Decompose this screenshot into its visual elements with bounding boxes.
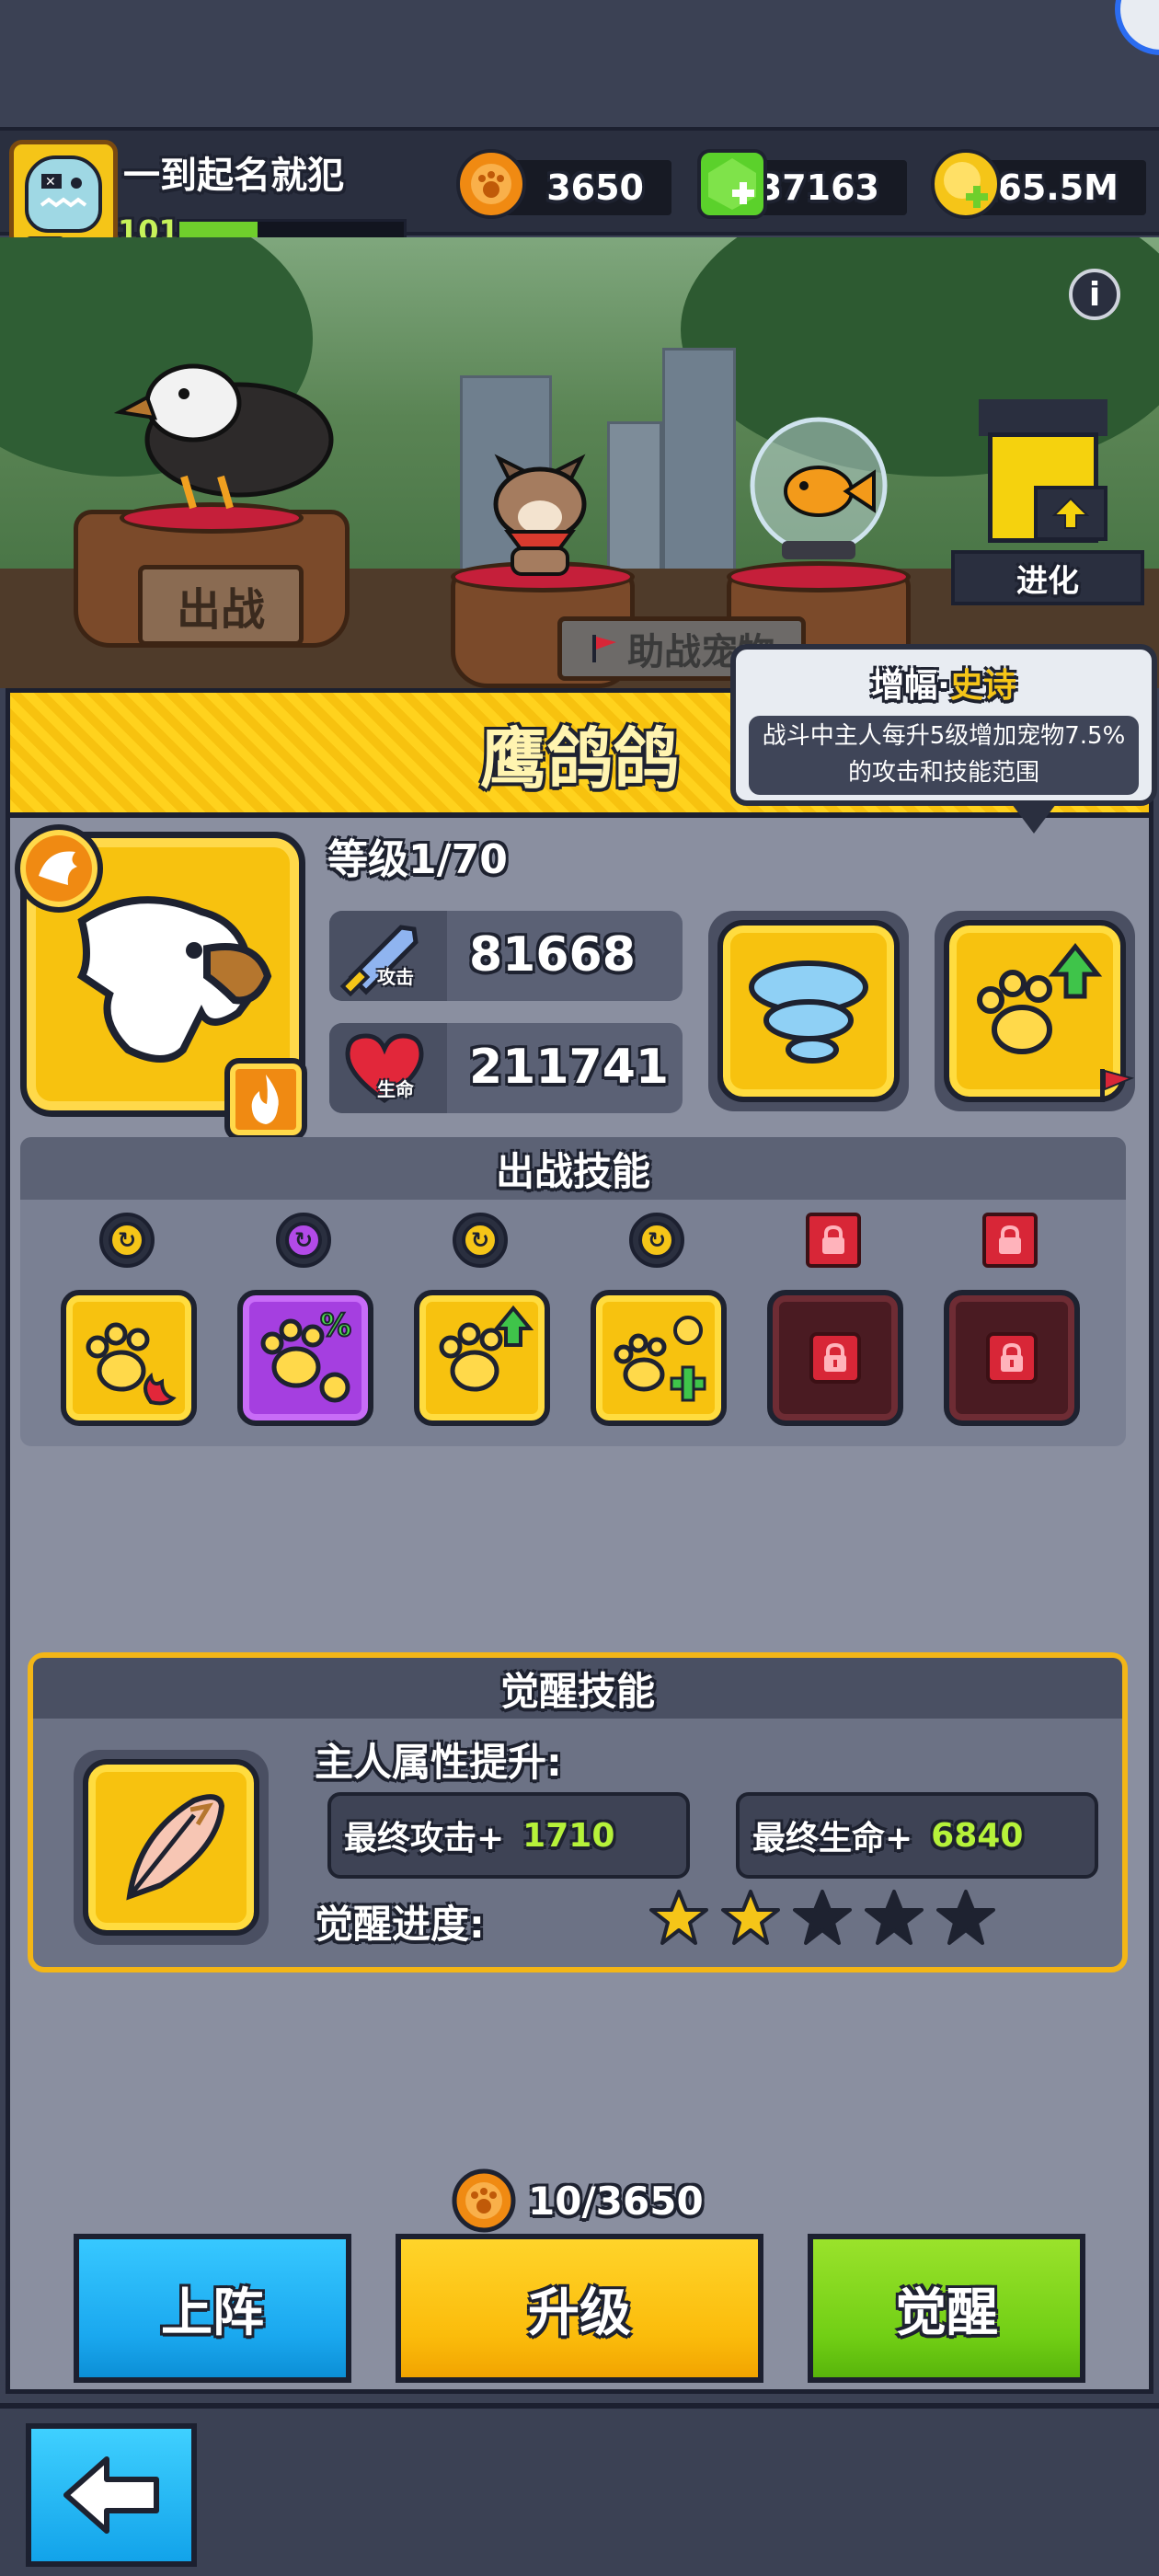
fire-element-icon (224, 1058, 307, 1141)
final-hp-bonus: 最终生命+ 6840 (736, 1792, 1098, 1879)
deploy-skill-slot[interactable]: ↻ (414, 1207, 552, 1426)
paw-multi-plus-icon (591, 1290, 727, 1426)
player-avatar[interactable]: ✕ 515 (9, 140, 118, 248)
whirlwind-icon (717, 920, 900, 1102)
paw-coin-value: 3650 (546, 167, 644, 208)
upgrade-cost: 10/3650 (451, 2168, 704, 2234)
lock-icon (944, 1290, 1080, 1426)
deploy-sign[interactable]: 出战 (138, 565, 304, 646)
awaken-progress-label: 觉醒进度: (315, 1902, 485, 1947)
eagle-pet-sprite[interactable] (83, 329, 359, 523)
paw-fire-icon (61, 1290, 197, 1426)
deploy-button[interactable]: 上阵 (74, 2234, 351, 2383)
paw-up-arrow-icon (414, 1290, 550, 1426)
red-flag-icon (592, 635, 616, 662)
machine-top (979, 399, 1107, 436)
paw-coin-icon (452, 2168, 516, 2233)
red-flag-icon (1100, 1069, 1135, 1102)
awaken-button[interactable]: 觉醒 (808, 2234, 1085, 2383)
lock-icon (982, 1213, 1038, 1268)
deploy-skill-slot[interactable]: ↻ (591, 1207, 729, 1426)
awaken-skills-title: 觉醒技能 (33, 1658, 1122, 1719)
final-attack-label: 最终攻击+ (344, 1820, 505, 1857)
hp-value: 211741 (469, 1040, 670, 1095)
deploy-skills-title: 出战技能 (20, 1137, 1126, 1200)
up-arrow-icon (1034, 486, 1107, 541)
sword-icon: 攻击 (329, 911, 447, 1001)
pet-level: 等级1/70 (327, 836, 508, 883)
eagle-class-badge (15, 824, 103, 913)
awaken-skill-button[interactable] (74, 1750, 269, 1945)
hp-label: 生命 (377, 1078, 414, 1100)
upgrade-button[interactable]: 升级 (396, 2234, 763, 2383)
svg-text:✕: ✕ (45, 175, 56, 190)
feather-icon (83, 1759, 259, 1936)
back-button[interactable] (26, 2423, 197, 2567)
hp-stat: 生命 211741 (329, 1023, 683, 1113)
dog-pet-sprite[interactable] (471, 440, 609, 578)
background-building (662, 348, 736, 596)
final-attack-bonus: 最终攻击+ 1710 (327, 1792, 690, 1879)
final-attack-value: 1710 (522, 1816, 615, 1855)
evolve-machine[interactable]: 进化 (951, 399, 1144, 611)
lock-icon (806, 1213, 861, 1268)
deploy-skill-slot[interactable]: ↻% (237, 1207, 375, 1426)
awaken-progress-stars (649, 1888, 995, 1947)
gem-value: 37163 (757, 167, 879, 208)
evolve-button[interactable]: 进化 (951, 550, 1144, 605)
tooltip-tail (1012, 804, 1056, 834)
refresh-icon: ↻ (99, 1213, 155, 1268)
pet-name: 鹰鸽鸽 (479, 719, 679, 798)
bottom-nav-bar (0, 2403, 1159, 2576)
tooltip-title: 增幅·史诗 (736, 659, 1152, 707)
svg-text:%: % (320, 1307, 351, 1344)
goldfish-pet-sprite[interactable] (736, 412, 901, 569)
refresh-icon: ↻ (629, 1213, 684, 1268)
refresh-icon: ↻ (453, 1213, 508, 1268)
info-icon[interactable]: i (1069, 269, 1120, 320)
attack-stat: 攻击 81668 (329, 911, 683, 1001)
paw-coin-icon (456, 149, 526, 219)
gem-plus-icon[interactable] (697, 149, 767, 219)
star-filled-icon (649, 1890, 708, 1945)
top-status-bar: ✕ 515 一到起名就犯 101 3650 37163 165.5M (0, 127, 1159, 248)
back-arrow-icon (63, 2456, 159, 2534)
tooltip-description: 战斗中主人每升5级增加宠物7.5%的攻击和技能范围 (749, 716, 1139, 795)
skill-tooltip: 增幅·史诗 战斗中主人每升5级增加宠物7.5%的攻击和技能范围 (730, 644, 1157, 806)
upgrade-cost-text: 10/3650 (528, 2178, 704, 2224)
final-hp-value: 6840 (931, 1816, 1024, 1855)
final-hp-label: 最终生命+ (752, 1820, 913, 1857)
avatar-face: ✕ (25, 155, 102, 233)
tooltip-rarity: 史诗 (949, 667, 1016, 705)
deploy-skills-section: 出战技能 ↻ ↻% ↻ ↻ (20, 1137, 1126, 1446)
owner-attributes-label: 主人属性提升: (315, 1740, 562, 1785)
star-filled-icon (721, 1890, 780, 1945)
deploy-skill-slot[interactable]: ↻ (61, 1207, 199, 1426)
corner-notification-bubble[interactable] (1115, 0, 1159, 55)
gold-plus-icon[interactable] (931, 149, 1001, 219)
star-empty-icon (793, 1890, 852, 1945)
deploy-skill-slot[interactable] (767, 1207, 905, 1426)
heart-icon: 生命 (329, 1023, 447, 1113)
whirlwind-skill-button[interactable] (708, 911, 909, 1111)
attack-label: 攻击 (377, 966, 414, 988)
player-name: 一到起名就犯 (123, 155, 344, 197)
paw-percent-gear-icon: % (237, 1290, 373, 1426)
awaken-skills-section: 觉醒技能 主人属性提升: 最终攻击+ 1710 最终生命+ 6840 觉醒进度: (28, 1652, 1128, 1972)
star-empty-icon (936, 1890, 995, 1945)
pet-scene: i 出战 助战宠物 进化 (0, 237, 1159, 688)
deploy-skill-slot[interactable] (944, 1207, 1082, 1426)
refresh-icon: ↻ (276, 1213, 331, 1268)
lock-icon (767, 1290, 903, 1426)
attack-value: 81668 (469, 927, 636, 983)
star-empty-icon (865, 1890, 924, 1945)
tooltip-title-prefix: 增幅· (871, 667, 950, 705)
